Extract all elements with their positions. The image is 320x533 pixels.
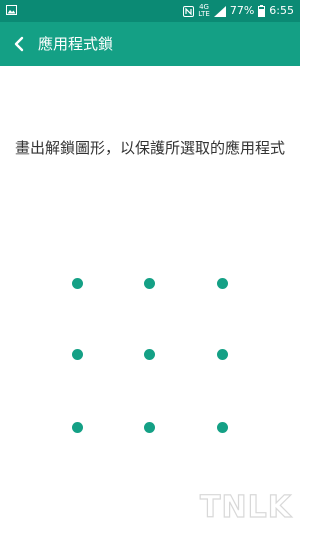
battery-icon (258, 5, 266, 17)
pattern-dot-8[interactable] (144, 422, 155, 433)
instruction-line: 畫出解鎖圖形，以保護所選取的應用程式 (14, 139, 285, 157)
pattern-dot-5[interactable] (144, 349, 155, 360)
back-button[interactable] (6, 31, 32, 57)
app-bar: 應用程式鎖 (0, 22, 300, 66)
back-arrow-icon (14, 36, 24, 52)
pattern-dot-1[interactable] (72, 278, 83, 289)
network-type-bottom: LTE (198, 10, 210, 18)
pattern-dot-4[interactable] (72, 349, 83, 360)
svg-text:TNLK: TNLK (200, 490, 293, 523)
pattern-dot-7[interactable] (72, 422, 83, 433)
gallery-icon (6, 5, 17, 15)
pattern-dot-6[interactable] (217, 349, 228, 360)
nfc-icon (183, 5, 195, 17)
network-type: 4G LTE (198, 4, 210, 18)
watermark-logo: TNLK (199, 489, 293, 523)
clock: 6:55 (269, 4, 294, 17)
instruction-text: 畫出解鎖圖形，以保護所選取的應用程式 (0, 138, 300, 158)
status-bar: 4G LTE 77% 6:55 (0, 0, 300, 22)
battery-percent: 77% (229, 4, 255, 17)
pattern-dot-3[interactable] (217, 278, 228, 289)
page-title: 應用程式鎖 (38, 35, 114, 53)
pattern-dot-2[interactable] (144, 278, 155, 289)
signal-icon (213, 5, 226, 17)
pattern-dot-9[interactable] (217, 422, 228, 433)
